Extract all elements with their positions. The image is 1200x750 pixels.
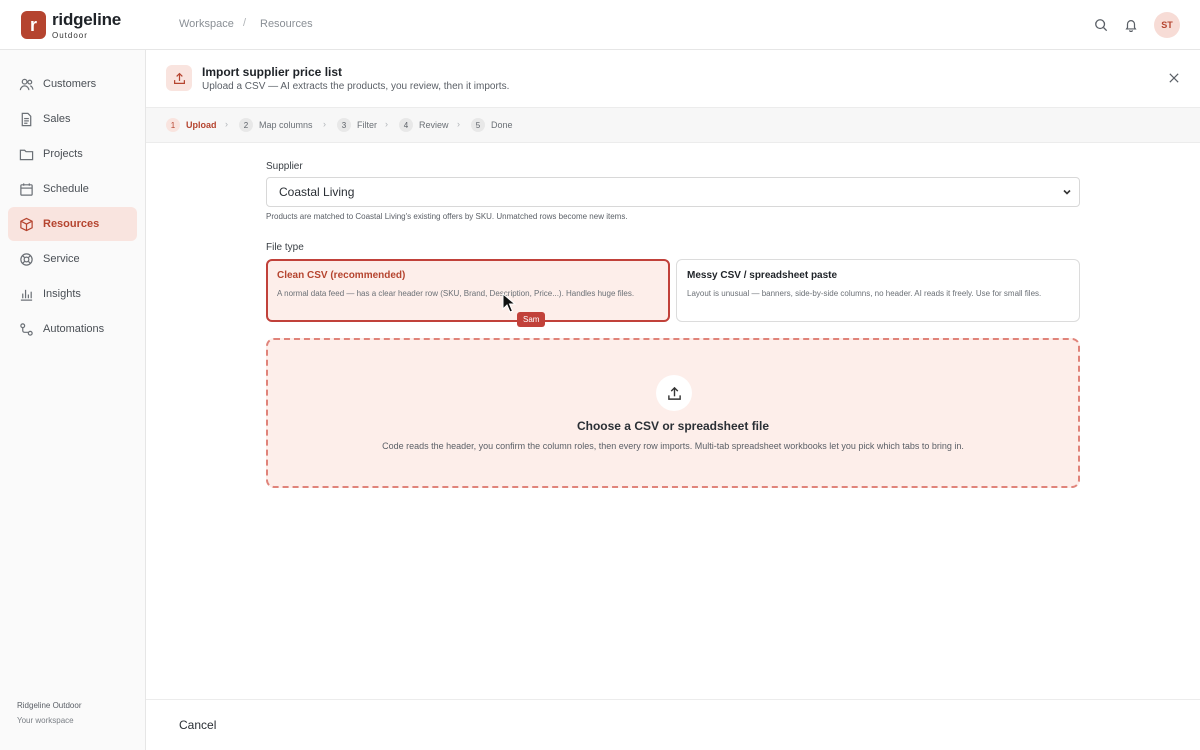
- page-title: Import supplier price list: [202, 65, 343, 79]
- cursor-pointer-icon: [502, 293, 516, 313]
- file-type-label: File type: [266, 242, 304, 253]
- cancel-button[interactable]: Cancel: [179, 718, 216, 732]
- bar-chart-icon: [18, 286, 34, 302]
- footer: Cancel: [146, 699, 1200, 750]
- workspace-subtitle: Your workspace: [17, 716, 74, 725]
- search-icon[interactable]: [1092, 16, 1110, 34]
- sidebar-item-label: Sales: [43, 113, 71, 125]
- chevron-right-icon: ›: [225, 119, 228, 129]
- breadcrumb-separator: /: [243, 17, 247, 29]
- close-icon[interactable]: [1165, 69, 1183, 87]
- lifebuoy-icon: [18, 251, 34, 267]
- document-icon: [18, 111, 34, 127]
- sidebar-item-label: Service: [43, 253, 80, 265]
- step-number: 3: [337, 118, 351, 132]
- sidebar-item-label: Customers: [43, 78, 97, 90]
- step-label: Upload: [186, 120, 217, 130]
- option-clean-csv[interactable]: Clean CSV (recommended) A normal data fe…: [266, 259, 670, 322]
- sidebar: Customers Sales Projects Schedule Resour…: [0, 50, 146, 750]
- step-done[interactable]: 5 Done: [471, 118, 513, 132]
- option-messy-csv[interactable]: Messy CSV / spreadsheet paste Layout is …: [676, 259, 1080, 322]
- chevron-right-icon: ›: [323, 119, 326, 129]
- step-review[interactable]: 4 Review: [399, 118, 449, 132]
- flow-icon: [18, 321, 34, 337]
- logo-mark[interactable]: r: [21, 11, 46, 39]
- users-icon: [18, 76, 34, 92]
- stepper: 1 Upload › 2 Map columns › 3 Filter › 4 …: [146, 108, 1200, 143]
- box-icon: [18, 216, 34, 232]
- calendar-icon: [18, 181, 34, 197]
- bell-icon[interactable]: [1122, 16, 1140, 34]
- step-filter[interactable]: 3 Filter: [337, 118, 377, 132]
- upload-icon: [656, 375, 692, 411]
- step-upload[interactable]: 1 Upload: [166, 118, 217, 132]
- supplier-label: Supplier: [266, 161, 303, 172]
- upload-icon: [166, 65, 192, 91]
- step-label: Review: [419, 120, 449, 130]
- top-bar: r ridgeline Outdoor Workspace / Resource…: [0, 0, 1200, 50]
- sidebar-item-schedule[interactable]: Schedule: [8, 172, 137, 206]
- folder-icon: [18, 146, 34, 162]
- step-map-columns[interactable]: 2 Map columns: [239, 118, 313, 132]
- chevron-right-icon: ›: [457, 119, 460, 129]
- workspace-name: Ridgeline Outdoor: [17, 701, 82, 710]
- logo-name: ridgeline: [52, 10, 122, 29]
- dropzone-title: Choose a CSV or spreadsheet file: [576, 419, 770, 433]
- step-label: Done: [491, 120, 513, 130]
- sidebar-item-label: Resources: [43, 218, 100, 230]
- sidebar-item-resources[interactable]: Resources: [8, 207, 137, 241]
- chevron-down-icon: [1061, 186, 1073, 198]
- sidebar-item-customers[interactable]: Customers: [8, 67, 137, 101]
- sidebar-item-automations[interactable]: Automations: [8, 312, 137, 346]
- collaborator-cursor-label: Sam: [517, 312, 546, 327]
- supplier-select[interactable]: Coastal Living: [266, 177, 1080, 207]
- breadcrumb-resources[interactable]: Resources: [260, 18, 313, 30]
- sidebar-item-projects[interactable]: Projects: [8, 137, 137, 171]
- option-description: Layout is unusual — banners, side-by-sid…: [687, 289, 1042, 298]
- sidebar-item-service[interactable]: Service: [8, 242, 137, 276]
- option-title: Clean CSV (recommended): [277, 270, 406, 281]
- logo-subtitle: Outdoor: [52, 31, 88, 40]
- avatar[interactable]: ST: [1154, 12, 1180, 38]
- supplier-hint: Products are matched to Coastal Living's…: [266, 212, 628, 221]
- step-number: 1: [166, 118, 180, 132]
- sidebar-item-label: Schedule: [43, 183, 89, 195]
- sidebar-item-label: Automations: [43, 323, 105, 335]
- sidebar-item-label: Insights: [43, 288, 81, 300]
- import-header: Import supplier price list Upload a CSV …: [146, 50, 1200, 108]
- option-description: A normal data feed — has a clear header …: [277, 289, 635, 298]
- step-number: 4: [399, 118, 413, 132]
- option-title: Messy CSV / spreadsheet paste: [687, 270, 838, 281]
- step-label: Map columns: [259, 120, 313, 130]
- chevron-right-icon: ›: [385, 119, 388, 129]
- sidebar-item-sales[interactable]: Sales: [8, 102, 137, 136]
- sidebar-item-label: Projects: [43, 148, 83, 160]
- step-label: Filter: [357, 120, 377, 130]
- step-number: 5: [471, 118, 485, 132]
- supplier-value: Coastal Living: [279, 185, 355, 199]
- dropzone-subtitle: Code reads the header, you confirm the c…: [382, 441, 964, 451]
- file-dropzone[interactable]: Choose a CSV or spreadsheet file Code re…: [266, 338, 1080, 488]
- breadcrumb-workspace[interactable]: Workspace: [179, 18, 234, 30]
- sidebar-item-insights[interactable]: Insights: [8, 277, 137, 311]
- page-subtitle: Upload a CSV — AI extracts the products,…: [202, 81, 510, 92]
- step-number: 2: [239, 118, 253, 132]
